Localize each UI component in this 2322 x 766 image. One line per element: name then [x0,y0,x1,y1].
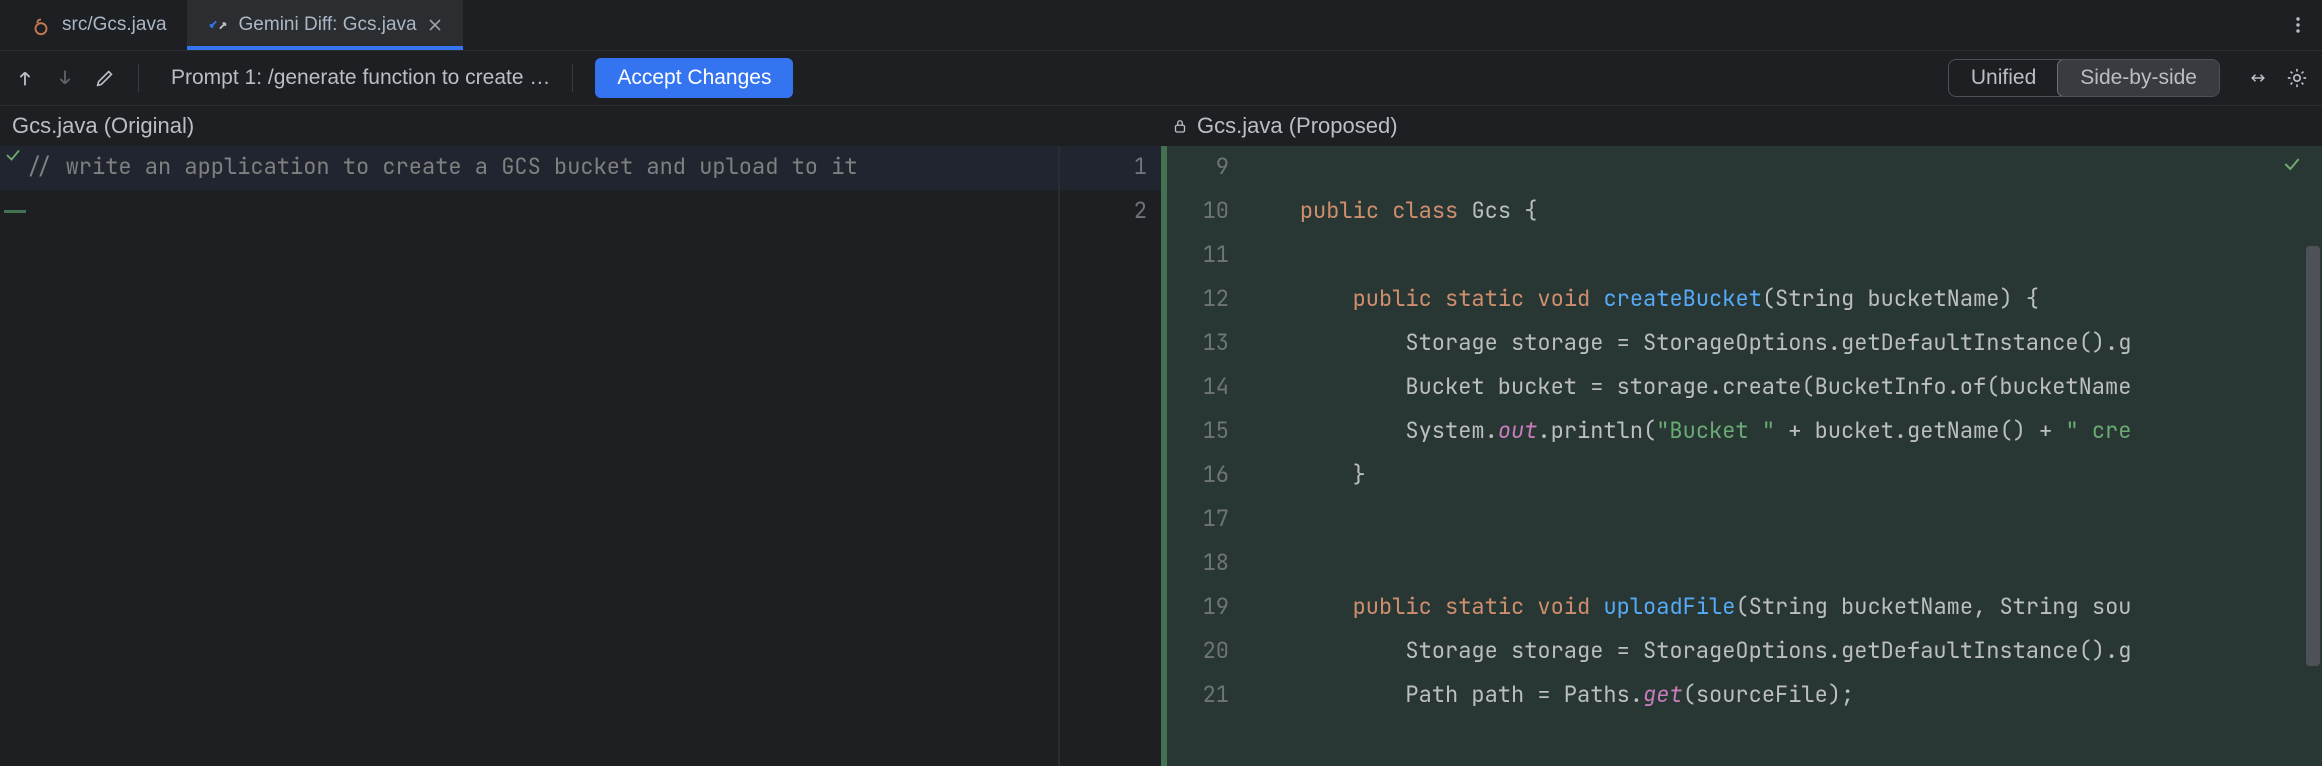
line-number: 9 [1167,146,1247,181]
code-text: // write an application to create a GCS … [26,146,1101,181]
diff-toolbar: Prompt 1: /generate function to create …… [0,51,2322,106]
tab-label: src/Gcs.java [62,14,167,36]
line-number: 10 [1167,190,1247,225]
tab-bar: src/Gcs.java Gemini Diff: Gcs.java [0,0,2322,51]
line-number: 12 [1167,278,1247,313]
view-mode-toggle: Unified Side-by-side [1948,59,2220,97]
code-line: 9 [1167,146,2322,190]
line-number: 19 [1167,586,1247,621]
java-file-icon [30,14,52,36]
code-text: Bucket bucket = storage.create(BucketInf… [1247,366,2322,401]
code-line: 16 } [1167,454,2322,498]
code-line: 20 Storage storage = StorageOptions.getD… [1167,630,2322,674]
lock-icon [1171,117,1189,135]
divider [138,64,139,92]
line-number: 21 [1167,674,1247,709]
proposed-header-label: Gcs.java (Proposed) [1197,113,1398,139]
view-sidebyside-button[interactable]: Side-by-side [2058,60,2219,96]
diff-body: // write an application to create a GCS … [0,146,2322,766]
proposed-header: Gcs.java (Proposed) [1161,113,2322,139]
line-number: 18 [1167,542,1247,577]
line-number: 16 [1167,454,1247,489]
ok-check-icon [0,146,26,164]
code-line: 17 [1167,498,2322,542]
code-line: 14 Bucket bucket = storage.create(Bucket… [1167,366,2322,410]
tab-src-gcs[interactable]: src/Gcs.java [10,0,187,50]
line-number: 11 [1167,234,1247,269]
code-text: public static void createBucket(String b… [1247,278,2322,313]
proposed-pane[interactable]: 9 10 public class Gcs {11 12 public static… [1161,146,2322,766]
line-number: 1 [1101,146,1161,181]
code-text: Path path = Paths.get(sourceFile); [1247,674,2322,709]
code-text [1247,542,2322,548]
code-text: } [1247,454,2322,489]
original-pane[interactable]: // write an application to create a GCS … [0,146,1161,766]
code-line: 2 [0,190,1161,234]
code-text: Storage storage = StorageOptions.getDefa… [1247,322,2322,357]
accept-changes-button[interactable]: Accept Changes [595,58,793,98]
next-diff-icon[interactable] [54,67,76,89]
line-number: 15 [1167,410,1247,445]
code-line: 18 [1167,542,2322,586]
scrollbar-thumb[interactable] [2306,246,2320,666]
edit-icon[interactable] [94,67,116,89]
gutter-separator [1058,146,1060,766]
line-number: 13 [1167,322,1247,357]
code-line: 15 System.out.println("Bucket " + bucket… [1167,410,2322,454]
line-number: 14 [1167,366,1247,401]
scrollbar[interactable] [2302,186,2322,746]
insert-marker-icon [4,210,26,213]
line-number: 20 [1167,630,1247,665]
prev-diff-icon[interactable] [14,67,36,89]
code-text: System.out.println("Bucket " + bucket.ge… [1247,410,2322,445]
tab-label: Gemini Diff: Gcs.java [239,14,417,36]
code-line: 12 public static void createBucket(Strin… [1167,278,2322,322]
code-line: // write an application to create a GCS … [0,146,1161,190]
more-icon[interactable] [2274,15,2322,35]
line-number: 2 [1101,190,1161,225]
code-text: Storage storage = StorageOptions.getDefa… [1247,630,2322,665]
code-line: 10 public class Gcs { [1167,190,2322,234]
diff-icon [207,14,229,36]
code-text [26,190,1101,196]
line-number: 17 [1167,498,1247,533]
prompt-label: Prompt 1: /generate function to create … [161,66,550,90]
collapse-icon[interactable] [2248,68,2268,88]
code-line: 21 Path path = Paths.get(sourceFile); [1167,674,2322,718]
pane-headers: Gcs.java (Original) Gcs.java (Proposed) [0,106,2322,146]
code-text: public class Gcs { [1247,190,2322,225]
code-line: 13 Storage storage = StorageOptions.getD… [1167,322,2322,366]
original-header: Gcs.java (Original) [0,113,1161,139]
gear-icon[interactable] [2286,67,2308,89]
code-text [1247,234,2322,240]
code-text [1247,498,2322,504]
view-unified-button[interactable]: Unified [1949,60,2058,96]
tab-gemini-diff[interactable]: Gemini Diff: Gcs.java [187,0,463,50]
code-text: public static void uploadFile(String buc… [1247,586,2322,621]
code-text [1247,146,2322,152]
code-line: 19 public static void uploadFile(String … [1167,586,2322,630]
divider [572,64,573,92]
ok-check-icon [2282,154,2302,180]
close-icon[interactable] [427,17,443,33]
code-line: 11 [1167,234,2322,278]
